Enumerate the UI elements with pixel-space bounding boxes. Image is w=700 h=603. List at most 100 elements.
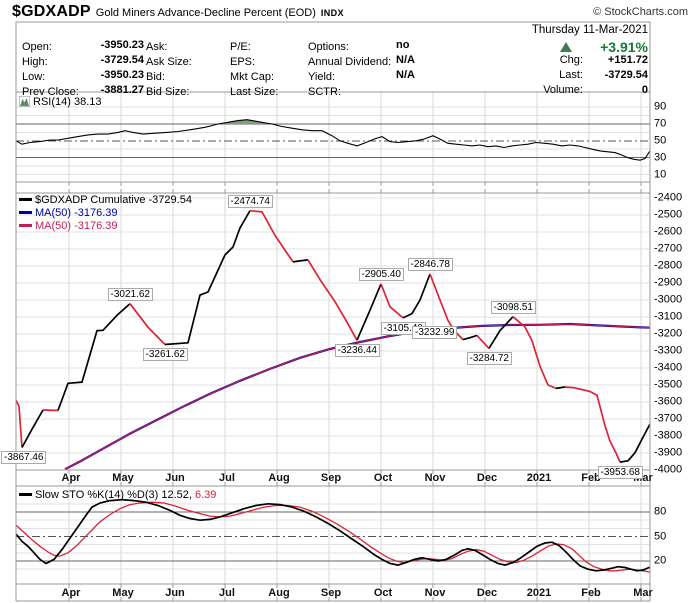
legend-price-label: $GDXADP Cumulative -3729.54 <box>35 194 192 206</box>
point-label-302162: -3021.62 <box>107 287 153 301</box>
quote-label: Options: <box>308 41 349 53</box>
quote-label: SCTR: <box>308 86 341 98</box>
month-label-Feb-row1: Feb <box>581 586 601 599</box>
quote-field-prevclose: Prev Close: -3881.27 <box>22 84 144 98</box>
month-label-Jun-row1: Jun <box>165 586 185 599</box>
main-ytick-3900: -3900 <box>654 446 683 459</box>
month-label-Apr-row0: Apr <box>61 472 81 484</box>
ma50-blue-swatch <box>19 210 32 214</box>
main-ytick-2700: -2700 <box>654 242 683 255</box>
point-label-323644: -3236.44 <box>334 344 380 358</box>
quote-field-mktcap: Mkt Cap: <box>230 69 275 83</box>
main-ytick-3100: -3100 <box>654 310 683 323</box>
main-ytick-3400: -3400 <box>654 361 683 374</box>
month-label-Nov-row1: Nov <box>424 586 446 599</box>
up-triangle-icon <box>560 42 573 52</box>
quote-field-options: Options: no <box>308 39 409 53</box>
point-label-309851: -3098.51 <box>490 300 536 314</box>
month-label-Oct-row1: Oct <box>373 586 393 599</box>
main-ytick-2500: -2500 <box>654 208 683 221</box>
percent-change-row: +3.91% <box>560 39 648 55</box>
month-label-2021-row1: 2021 <box>526 586 552 599</box>
month-label-Mar-row1: Mar <box>633 586 653 599</box>
sto-k-value: 12.52, <box>161 489 192 501</box>
quote-value: -3729.54 <box>604 69 648 81</box>
point-label-247474: -2474.74 <box>227 194 273 208</box>
quote-value: -3950.23 <box>100 69 144 81</box>
month-label-Apr-row1: Apr <box>61 586 81 599</box>
quote-field-bidsize: Bid Size: <box>146 84 189 98</box>
quote-field-pe: P/E: <box>230 39 251 53</box>
rsi-ytick-10: 10 <box>654 168 667 180</box>
quote-field-annualdividend: Annual Dividend: N/A <box>308 54 415 68</box>
percent-change-value: +3.91% <box>600 39 648 55</box>
rsi-legend: RSI(14) 38.13 <box>18 95 101 111</box>
legend-row-ma-blue: MA(50) -3176.39 <box>19 207 192 220</box>
quote-field-open: Open: -3950.23 <box>22 39 144 53</box>
quote-label: EPS: <box>230 56 256 68</box>
quote-field-ask: Ask: <box>146 39 168 53</box>
month-label-Sep-row0: Sep <box>320 472 342 484</box>
quote-value: N/A <box>396 69 415 81</box>
sto-ytick-50: 50 <box>654 530 667 542</box>
point-label-290540: -2905.40 <box>358 267 404 281</box>
quote-value: no <box>396 39 410 51</box>
quote-label: Open: <box>22 41 52 53</box>
quote-value: -3881.27 <box>100 84 144 96</box>
legend-ma50-blue-label: MA(50) -3176.39 <box>35 207 118 219</box>
quote-value: -3950.23 <box>100 39 144 51</box>
main-ytick-2400: -2400 <box>654 191 683 204</box>
month-label-Oct-row0: Oct <box>373 472 393 484</box>
quote-field-lastsize: Last Size: <box>230 84 279 98</box>
quote-label: Chg: <box>559 54 586 66</box>
month-label-Aug-row0: Aug <box>268 472 290 484</box>
month-label-Jun-row0: Jun <box>165 472 185 484</box>
rsi-ytick-70: 70 <box>654 117 667 130</box>
quote-value: +151.72 <box>607 54 648 66</box>
legend-ma50-red-label: MA(50) -3176.39 <box>35 220 118 232</box>
quote-label: P/E: <box>230 41 251 53</box>
main-ytick-3500: -3500 <box>654 378 683 391</box>
quote-field-high: High: -3729.54 <box>22 54 144 68</box>
main-ytick-2600: -2600 <box>654 225 683 238</box>
quote-label: High: <box>22 56 48 68</box>
sto-legend: Slow STO %K(14) %D(3) 12.52, 6.39 <box>19 489 216 502</box>
quote-value: -3729.54 <box>100 54 144 66</box>
quote-field-sctr: SCTR: <box>308 84 341 98</box>
quote-label: Mkt Cap: <box>230 71 275 83</box>
quote-field-low: Low: -3950.23 <box>22 69 144 83</box>
sto-ytick-20: 20 <box>654 554 667 567</box>
sto-d-value: 6.39 <box>195 489 217 501</box>
legend-row-price: $GDXADP Cumulative -3729.54 <box>19 194 192 207</box>
quote-label: Volume: <box>543 84 586 96</box>
quote-field-eps: EPS: <box>230 54 256 68</box>
main-ytick-3000: -3000 <box>654 293 683 306</box>
main-ytick-3200: -3200 <box>654 327 683 340</box>
main-ytick-2800: -2800 <box>654 259 683 272</box>
quote-label: Ask: <box>146 41 168 53</box>
point-label-284678: -2846.78 <box>407 257 453 271</box>
main-legend: $GDXADP Cumulative -3729.54 MA(50) -3176… <box>19 194 192 233</box>
main-ytick-3300: -3300 <box>654 344 683 357</box>
month-label-May-row0: May <box>112 472 134 484</box>
rsi-ytick-50: 50 <box>654 134 667 147</box>
month-label-2021-row0: 2021 <box>526 472 552 484</box>
quote-label: Prev Close: <box>22 86 79 98</box>
month-label-Nov-row0: Nov <box>424 472 446 484</box>
point-label-323299: -3232.99 <box>412 325 458 339</box>
quote-label: Ask Size: <box>146 56 192 68</box>
main-ytick-4000: -4000 <box>654 463 683 476</box>
quote-label: Last Size: <box>230 86 279 98</box>
sto-ytick-80: 80 <box>654 505 667 518</box>
price-line-swatch <box>19 197 32 201</box>
quote-label: Yield: <box>308 71 336 83</box>
sto-k-swatch <box>19 492 32 496</box>
quote-label: Annual Dividend: <box>308 56 392 68</box>
point-label-328472: -3284.72 <box>466 352 512 366</box>
rsi-area-icon <box>18 95 31 111</box>
rsi-ytick-30: 30 <box>654 151 667 164</box>
ma50-red-swatch <box>19 223 32 227</box>
quote-chg-row: Chg: +151.72 <box>560 54 648 67</box>
quote-field-asksize: Ask Size: <box>146 54 192 68</box>
month-label-Jul-row0: Jul <box>219 472 235 484</box>
